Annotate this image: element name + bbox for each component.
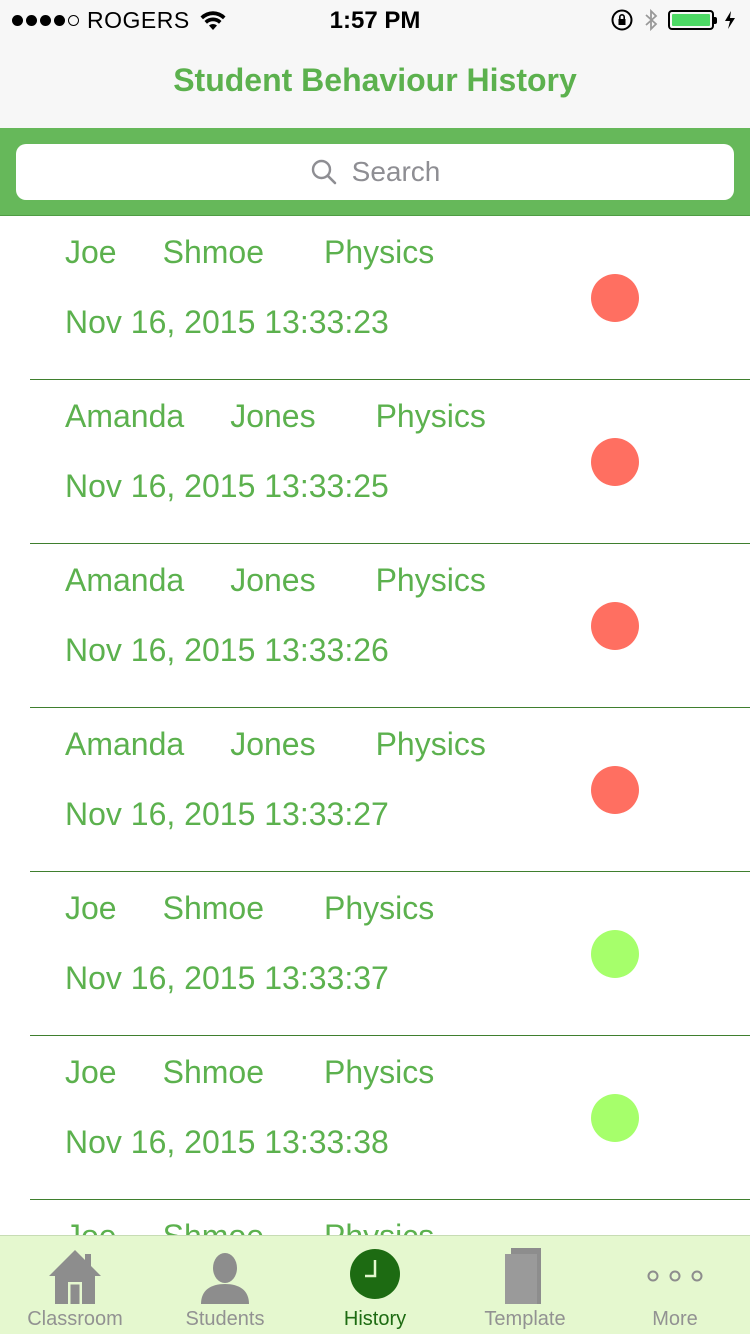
behaviour-status-dot: [591, 438, 639, 486]
history-row[interactable]: Joe Shmoe Physics Nov 16, 2015 13:33:37: [30, 872, 750, 1036]
bluetooth-icon: [645, 8, 658, 32]
history-row[interactable]: Amanda Jones Physics Nov 16, 2015 13:33:27: [30, 708, 750, 872]
student-first-name: Joe: [65, 1218, 117, 1235]
history-row[interactable]: Joe Shmoe Physics: [30, 1200, 750, 1235]
student-first-name: Amanda: [65, 562, 185, 598]
charging-bolt-icon: [725, 11, 735, 29]
timestamp: Nov 16, 2015 13:33:38: [65, 1124, 389, 1160]
timestamp: Nov 16, 2015 13:33:27: [65, 796, 389, 832]
student-last-name: Jones: [230, 726, 316, 762]
tab-label: Students: [185, 1308, 265, 1330]
subject-name: Physics: [323, 890, 435, 926]
history-row[interactable]: Amanda Jones Physics Nov 16, 2015 13:33:26: [30, 544, 750, 708]
timestamp: Nov 16, 2015 13:33:23: [65, 304, 389, 340]
student-last-name: Jones: [230, 562, 316, 598]
behaviour-status-dot: [591, 1094, 639, 1142]
timestamp: Nov 16, 2015 13:33:26: [65, 632, 389, 668]
timestamp: Nov 16, 2015 13:33:37: [65, 960, 389, 996]
subject-name: Physics: [323, 234, 435, 270]
tab-history[interactable]: History: [300, 1236, 450, 1334]
student-last-name: Shmoe: [162, 234, 264, 270]
student-last-name: Shmoe: [162, 1054, 264, 1090]
tab-template[interactable]: Template: [450, 1236, 600, 1334]
status-bar: ROGERS 1:57 PM: [0, 0, 750, 40]
history-list[interactable]: Joe Shmoe Physics Nov 16, 2015 13:33:23 Am…: [0, 216, 750, 1235]
search-input[interactable]: Search: [16, 144, 734, 200]
search-icon: [311, 159, 336, 185]
tab-classroom[interactable]: Classroom: [0, 1236, 150, 1334]
subject-name: Physics: [375, 562, 486, 598]
student-first-name: Amanda: [65, 398, 185, 434]
more-icon: [647, 1270, 703, 1282]
clock-icon: [350, 1249, 400, 1299]
subject-name: Physics: [375, 726, 486, 762]
timestamp: Nov 16, 2015 13:33:25: [65, 468, 389, 504]
student-last-name: Jones: [230, 398, 316, 434]
tab-more[interactable]: More: [600, 1236, 750, 1334]
tab-label: Template: [484, 1308, 566, 1330]
behaviour-status-dot: [591, 602, 639, 650]
history-row[interactable]: Joe Shmoe Physics Nov 16, 2015 13:33:38: [30, 1036, 750, 1200]
subject-name: Physics: [375, 398, 486, 434]
person-icon: [201, 1253, 249, 1304]
behaviour-status-dot: [591, 766, 639, 814]
search-placeholder: Search: [351, 156, 441, 187]
rotation-lock-icon: [611, 9, 633, 31]
student-first-name: Joe: [65, 890, 117, 926]
student-last-name: Shmoe: [163, 1218, 264, 1235]
student-first-name: Joe: [65, 234, 117, 270]
subject-name: Physics: [324, 1218, 434, 1235]
battery-icon: [668, 10, 717, 30]
behaviour-status-dot: [591, 930, 639, 978]
history-row[interactable]: Amanda Jones Physics Nov 16, 2015 13:33:25: [30, 380, 750, 544]
status-right: [610, 8, 736, 32]
search-bar: Search: [0, 128, 750, 216]
house-icon: [49, 1250, 101, 1304]
page-title: Student Behaviour History: [173, 61, 577, 98]
tab-students[interactable]: Students: [150, 1236, 300, 1334]
document-icon: [505, 1248, 541, 1304]
navigation-bar: Student Behaviour History: [0, 40, 750, 128]
tab-label: Classroom: [27, 1308, 123, 1330]
tab-label: History: [343, 1308, 407, 1330]
behaviour-status-dot: [591, 274, 639, 322]
tab-label: More: [652, 1308, 698, 1330]
student-last-name: Shmoe: [162, 890, 264, 926]
history-row[interactable]: Joe Shmoe Physics Nov 16, 2015 13:33:23: [30, 216, 750, 380]
student-first-name: Joe: [65, 1054, 117, 1090]
subject-name: Physics: [323, 1054, 435, 1090]
student-first-name: Amanda: [65, 726, 185, 762]
tab-bar: Classroom Students History Template More: [0, 1235, 750, 1334]
